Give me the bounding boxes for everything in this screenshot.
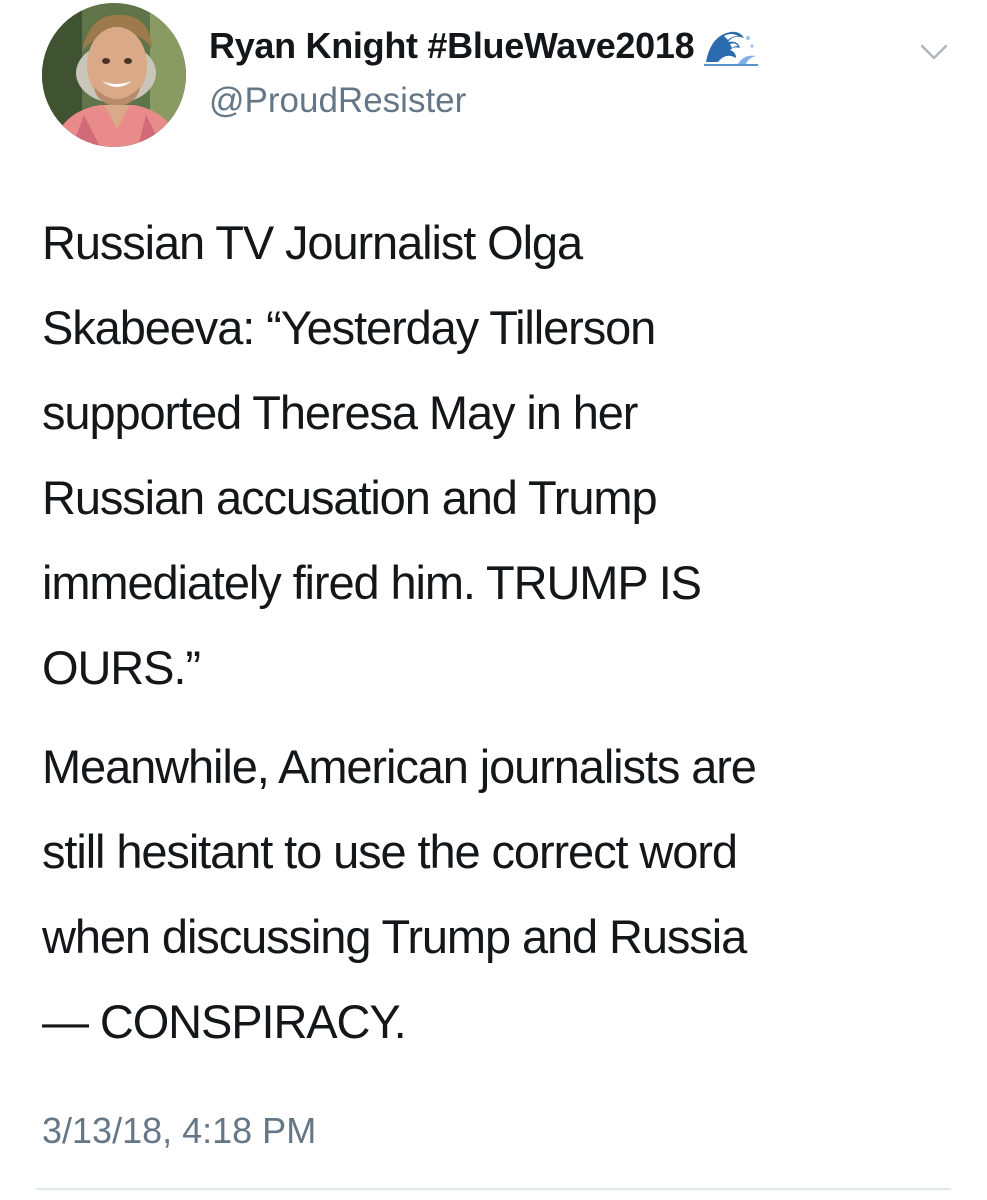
display-name[interactable]: Ryan Knight #BlueWave2018: [209, 25, 695, 67]
tweet-text: Russian TV Journalist Olga Skabeeva: “Ye…: [42, 200, 947, 1064]
tweet-paragraph-1: Russian TV Journalist Olga Skabeeva: “Ye…: [42, 216, 702, 694]
display-name-row: Ryan Knight #BlueWave2018: [209, 23, 889, 69]
chevron-down-icon[interactable]: [919, 41, 949, 63]
author-info: Ryan Knight #BlueWave2018 @ProudResister: [209, 23, 889, 121]
water-wave-icon: [704, 26, 759, 66]
author-handle[interactable]: @ProudResister: [209, 81, 889, 121]
tweet-card: Ryan Knight #BlueWave2018 @ProudResister: [0, 0, 987, 1200]
avatar[interactable]: [42, 3, 186, 147]
tweet-paragraph-2: Meanwhile, American journalists are stil…: [42, 740, 757, 1048]
divider: [36, 1188, 951, 1190]
avatar-image: [42, 3, 186, 147]
tweet-header: Ryan Knight #BlueWave2018 @ProudResister: [42, 3, 952, 148]
tweet-timestamp[interactable]: 3/13/18, 4:18 PM: [42, 1110, 316, 1152]
